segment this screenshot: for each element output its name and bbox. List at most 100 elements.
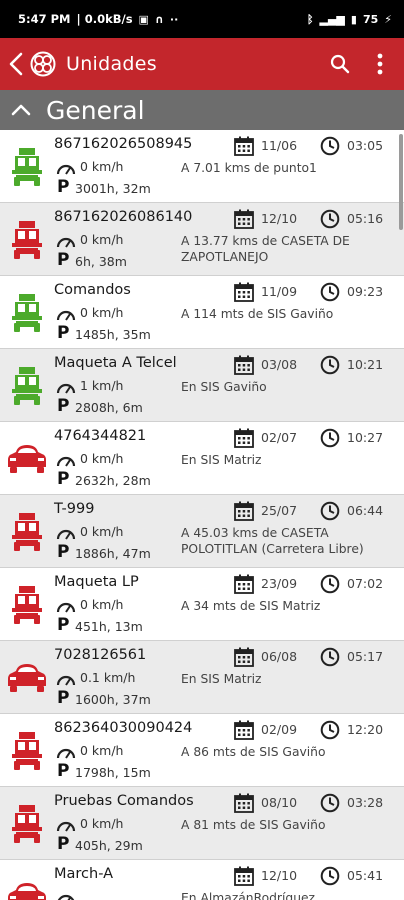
unit-location: A 86 mts de SIS Gaviño bbox=[181, 745, 326, 759]
speedometer-icon bbox=[56, 672, 76, 686]
unit-date: 12/10 bbox=[261, 868, 298, 883]
calendar-icon bbox=[234, 501, 254, 521]
unit-time: 05:16 bbox=[347, 211, 384, 226]
unit-parked-time: 6h, 38m bbox=[75, 254, 127, 269]
unit-speed: 0 km/h bbox=[80, 597, 124, 612]
unit-parked-time: 3001h, 32m bbox=[75, 181, 151, 196]
car-icon bbox=[6, 440, 48, 478]
unit-speed: 0 km/h bbox=[80, 524, 124, 539]
unit-name: T-999 bbox=[54, 501, 95, 517]
speedometer-icon bbox=[56, 891, 76, 900]
unit-parked-time: 1485h, 35m bbox=[75, 327, 151, 342]
sim-icon: ▣ bbox=[138, 12, 149, 26]
unit-row[interactable]: March-AP12/1005:41En AlmazánRodríguez bbox=[0, 860, 404, 900]
unit-time: 10:21 bbox=[347, 357, 384, 372]
unit-location: En AlmazánRodríguez bbox=[181, 891, 316, 900]
unit-row[interactable]: Maqueta A Telcel 1 km/h P 2808h, 6m 03/08 10:… bbox=[0, 349, 404, 422]
calendar-icon bbox=[234, 355, 254, 375]
scrollbar[interactable] bbox=[399, 134, 403, 230]
unit-parked-time: 405h, 29m bbox=[75, 838, 143, 853]
status-time: 5:47 PM bbox=[18, 12, 71, 26]
unit-row[interactable]: 7028126561 0.1 km/h P 1600h, 37m 06/08 05:17 E… bbox=[0, 641, 404, 714]
unit-location: A 7.01 kms de punto1 bbox=[181, 161, 317, 175]
speedometer-icon bbox=[56, 599, 76, 613]
unit-date: 03/08 bbox=[261, 357, 298, 372]
section-header-general[interactable]: General bbox=[0, 90, 404, 130]
unit-speed: 1 km/h bbox=[80, 378, 124, 393]
calendar-icon bbox=[234, 282, 254, 302]
truck-icon bbox=[6, 513, 48, 551]
unit-row[interactable]: Comandos 0 km/h P 1485h, 35m 11/09 09:23 A 114… bbox=[0, 276, 404, 349]
unit-location: En SIS Matriz bbox=[181, 672, 262, 686]
unit-speed: 0 km/h bbox=[80, 232, 124, 247]
speedometer-icon bbox=[56, 307, 76, 321]
app-bar: Unidades bbox=[0, 38, 404, 90]
page-title: Unidades bbox=[66, 53, 157, 75]
unit-row[interactable]: Pruebas Comandos 0 km/h P 405h, 29m 08/10 03:… bbox=[0, 787, 404, 860]
unit-time: 03:05 bbox=[347, 138, 384, 153]
parking-icon: P bbox=[57, 323, 70, 343]
truck-icon bbox=[6, 732, 48, 770]
battery-icon: ▮ bbox=[350, 12, 357, 26]
unit-time: 10:27 bbox=[347, 430, 384, 445]
calendar-icon bbox=[234, 866, 254, 886]
unit-time: 06:44 bbox=[347, 503, 384, 518]
unit-parked-time: 2632h, 28m bbox=[75, 473, 151, 488]
back-arrow-icon bbox=[9, 52, 23, 76]
car-icon bbox=[6, 659, 48, 697]
calendar-icon bbox=[234, 428, 254, 448]
unit-location: A 81 mts de SIS Gaviño bbox=[181, 818, 326, 832]
search-button[interactable] bbox=[320, 38, 360, 90]
unit-speed: 0 km/h bbox=[80, 743, 124, 758]
unit-row[interactable]: 867162026508945 0 km/h P 3001h, 32m 11/06 03:… bbox=[0, 130, 404, 203]
calendar-icon bbox=[234, 209, 254, 229]
clock-icon bbox=[320, 282, 340, 302]
unit-location: En SIS Matriz bbox=[181, 453, 262, 467]
unit-parked-time: 451h, 13m bbox=[75, 619, 143, 634]
headset-icon: ∩ bbox=[154, 12, 164, 26]
unit-name: Comandos bbox=[54, 282, 131, 298]
unit-location: A 45.03 kms de CASETA POLOTITLAN (Carret… bbox=[181, 526, 364, 556]
back-button[interactable] bbox=[4, 38, 28, 90]
clock-icon bbox=[320, 209, 340, 229]
speedometer-icon bbox=[56, 161, 76, 175]
truck-icon bbox=[6, 586, 48, 624]
unit-speed: 0 km/h bbox=[80, 305, 124, 320]
truck-icon bbox=[6, 148, 48, 186]
unit-name: Pruebas Comandos bbox=[54, 793, 194, 809]
clock-icon bbox=[320, 136, 340, 156]
unit-name: 867162026508945 bbox=[54, 136, 193, 152]
unit-speed: 0.1 km/h bbox=[80, 670, 136, 685]
parking-icon: P bbox=[57, 615, 70, 635]
truck-icon bbox=[6, 367, 48, 405]
calendar-icon bbox=[234, 647, 254, 667]
unit-date: 11/09 bbox=[261, 284, 298, 299]
parking-icon: P bbox=[57, 250, 70, 270]
parking-icon: P bbox=[57, 396, 70, 416]
unit-row[interactable]: 4764344821 0 km/h P 2632h, 28m 02/07 10:27 En … bbox=[0, 422, 404, 495]
clock-icon bbox=[320, 866, 340, 886]
clock-icon bbox=[320, 428, 340, 448]
more-vert-icon bbox=[377, 53, 383, 75]
unit-time: 05:41 bbox=[347, 868, 384, 883]
unit-location: A 13.77 kms de CASETA DE ZAPOTLANEJO bbox=[181, 234, 350, 264]
unit-date: 02/07 bbox=[261, 430, 298, 445]
unit-location: A 114 mts de SIS Gaviño bbox=[181, 307, 334, 321]
unit-row[interactable]: T-999 0 km/h P 1886h, 47m 25/07 06:44 A 45.03 … bbox=[0, 495, 404, 568]
unit-time: 09:23 bbox=[347, 284, 384, 299]
unit-row[interactable]: 862364030090424 0 km/h P 1798h, 15m 02/09 12:… bbox=[0, 714, 404, 787]
unit-row[interactable]: 867162026086140 0 km/h P 6h, 38m 12/10 05:16 A… bbox=[0, 203, 404, 276]
calendar-icon bbox=[234, 136, 254, 156]
unit-date: 06/08 bbox=[261, 649, 298, 664]
unit-location: A 34 mts de SIS Matriz bbox=[181, 599, 321, 613]
clock-icon bbox=[320, 720, 340, 740]
unit-date: 02/09 bbox=[261, 722, 298, 737]
parking-icon: P bbox=[57, 688, 70, 708]
unit-time: 12:20 bbox=[347, 722, 384, 737]
overflow-menu-button[interactable] bbox=[360, 38, 400, 90]
unit-row[interactable]: Maqueta LP 0 km/h P 451h, 13m 23/09 07:02 A 34… bbox=[0, 568, 404, 641]
clock-icon bbox=[320, 501, 340, 521]
app-logo-icon bbox=[30, 51, 56, 77]
charging-icon: ⚡ bbox=[384, 12, 392, 26]
unit-name: 4764344821 bbox=[54, 428, 147, 444]
